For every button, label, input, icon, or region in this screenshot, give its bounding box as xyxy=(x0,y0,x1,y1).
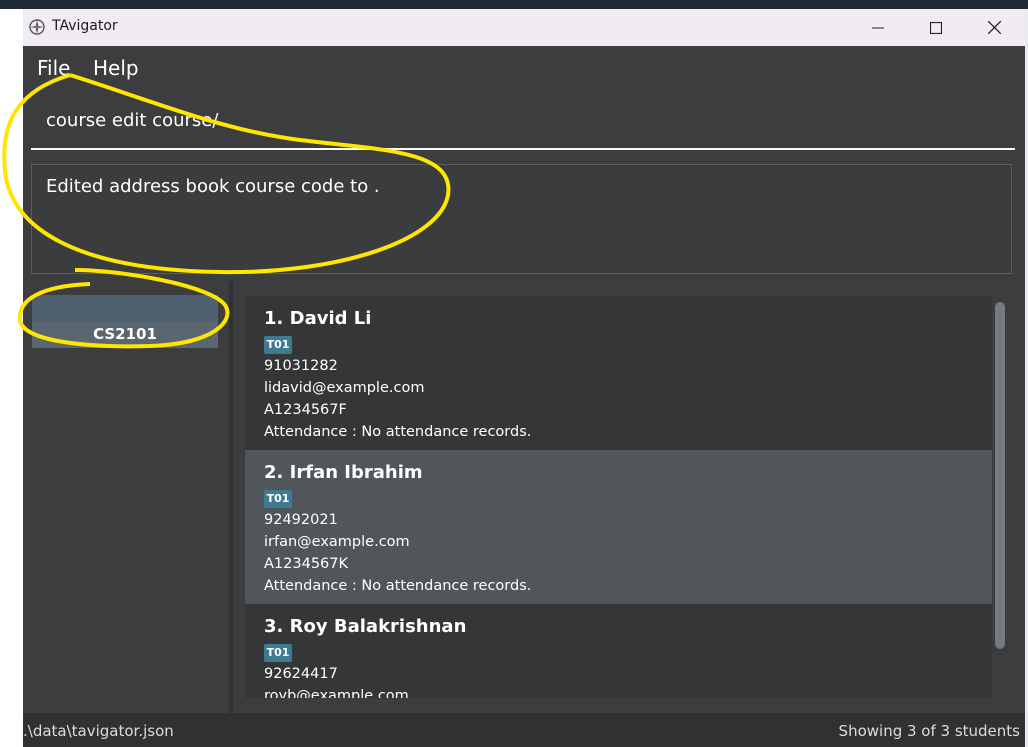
maximize-icon xyxy=(930,21,942,34)
minimize-icon xyxy=(872,27,884,28)
maximize-button[interactable] xyxy=(907,9,965,46)
student-attendance: Attendance : No attendance records. xyxy=(264,578,532,594)
student-count: Showing 3 of 3 students xyxy=(838,722,1020,740)
tutorial-tag: T01 xyxy=(264,644,292,662)
student-name: 3. Roy Balakrishnan xyxy=(264,616,467,637)
student-name: 1. David Li xyxy=(264,308,372,329)
student-email: royb@example.com xyxy=(264,688,409,698)
app-window: TAvigator File Help course edit course/ … xyxy=(23,9,1025,747)
close-icon xyxy=(987,21,1001,34)
student-id: A1234567F xyxy=(264,402,347,418)
desktop-background-left xyxy=(0,9,23,747)
student-email: lidavid@example.com xyxy=(264,380,425,396)
close-button[interactable] xyxy=(965,9,1023,46)
result-display: Edited address book course code to . xyxy=(31,164,1012,274)
student-phone: 91031282 xyxy=(264,358,338,374)
tutorial-tag: T01 xyxy=(264,336,292,354)
tutorial-tag: T01 xyxy=(264,490,292,508)
command-input[interactable]: course edit course/ xyxy=(31,92,1015,150)
window-title: TAvigator xyxy=(52,18,118,34)
student-list: 1. David Li T01 91031282 lidavid@example… xyxy=(233,281,1025,714)
command-input-value: course edit course/ xyxy=(46,110,219,131)
compass-icon xyxy=(29,19,45,35)
student-id: A1234567K xyxy=(264,556,349,572)
student-card[interactable]: 1. David Li T01 91031282 lidavid@example… xyxy=(245,296,992,450)
student-phone: 92492021 xyxy=(264,512,338,528)
menu-file[interactable]: File xyxy=(37,56,70,80)
student-list-scrollbar[interactable] xyxy=(995,302,1005,649)
menu-bar: File Help xyxy=(23,46,1025,90)
title-bar[interactable]: TAvigator xyxy=(23,9,1025,46)
student-name: 2. Irfan Ibrahim xyxy=(264,462,423,483)
minimize-button[interactable] xyxy=(849,9,907,46)
course-item-cs2101[interactable]: CS2101 xyxy=(32,295,218,348)
student-card[interactable]: 3. Roy Balakrishnan T01 92624417 royb@ex… xyxy=(245,604,992,698)
student-card[interactable]: 2. Irfan Ibrahim T01 92492021 irfan@exam… xyxy=(245,450,992,604)
status-bar: .\data\tavigator.json Showing 3 of 3 stu… xyxy=(23,713,1025,747)
student-phone: 92624417 xyxy=(264,666,338,682)
desktop-background xyxy=(0,0,1028,9)
student-attendance: Attendance : No attendance records. xyxy=(264,424,532,440)
result-message: Edited address book course code to . xyxy=(46,176,380,197)
menu-help[interactable]: Help xyxy=(93,56,139,80)
data-file-path: .\data\tavigator.json xyxy=(23,722,174,740)
student-email: irfan@example.com xyxy=(264,534,410,550)
course-code: CS2101 xyxy=(93,325,157,343)
